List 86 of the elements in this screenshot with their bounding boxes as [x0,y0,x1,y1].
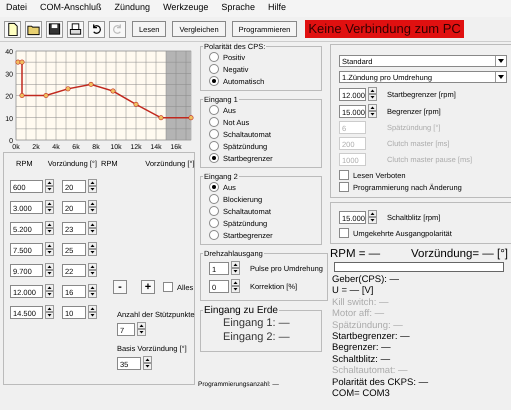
menu-item[interactable]: Zündung [114,2,150,15]
status-line: Geber(CPS): — [332,274,400,286]
curve-point[interactable] [158,115,164,120]
spin-arrows-icon[interactable] [88,179,97,193]
remove-button[interactable]: - [113,280,127,294]
add-button[interactable]: + [141,280,155,294]
status-line: Spätzündung: — [332,320,404,332]
radio-button[interactable] [209,105,219,115]
checkbox[interactable] [339,170,349,180]
checkbox[interactable] [339,228,349,238]
group-title: Eingang zu Erde [203,305,279,316]
toolbar-button[interactable] [67,20,84,38]
menu-item[interactable]: Werkzeuge [163,2,208,15]
open-folder-icon [27,26,40,36]
radio-button[interactable] [209,182,219,192]
curve-point[interactable] [134,102,138,107]
spin-arrows-icon[interactable] [137,322,146,336]
radio-button[interactable] [209,141,219,151]
status-line: Motor aff: — [332,308,386,320]
toolbar-button[interactable] [46,20,63,38]
input-status: Eingang 1: — [223,316,291,330]
toolbar-button[interactable] [25,20,42,38]
radio-button[interactable] [209,194,219,204]
spin-arrows-icon[interactable] [88,200,97,214]
toolbar-button[interactable] [4,20,21,38]
status-line: COM= COM3 [332,388,391,400]
toolbar-button[interactable] [88,20,105,38]
print-icon [70,23,82,35]
radio-button[interactable] [209,52,219,62]
spin-arrows-icon[interactable] [45,284,54,298]
menu-item[interactable]: COM-Anschluß [40,2,102,15]
status-line: Kill switch: — [332,296,390,308]
curve-point[interactable] [88,82,94,87]
curve-point[interactable] [110,88,116,94]
spin-arrows-icon[interactable] [45,179,54,193]
new-file-icon [8,22,18,36]
status-line: Begrenzer: — [332,342,392,354]
radio-button[interactable] [209,230,219,240]
status-line: Startbegrenzer: — [332,331,411,342]
spin-arrows-icon[interactable] [88,221,97,235]
spin-arrows-icon[interactable] [45,221,54,235]
spin-arrows-icon[interactable] [231,279,240,293]
status-line: Schaltblitz: — [332,354,392,366]
radio-button[interactable] [209,76,219,86]
curve-point[interactable] [44,93,48,98]
spin-arrows-icon[interactable] [88,242,97,256]
radio-button[interactable] [209,129,219,139]
checkbox[interactable] [339,182,349,192]
spin-arrows-icon[interactable] [45,200,54,214]
spin-arrows-icon[interactable] [88,305,97,319]
radio-button[interactable] [209,206,219,216]
spin-arrows-icon[interactable] [45,305,54,319]
curve-point[interactable] [66,86,70,92]
menu-item[interactable]: Datei [6,2,28,15]
status-line: Polarität des CKPS: — [332,376,430,388]
radio-button[interactable] [209,218,219,228]
rpm-readout: RPM = — [330,248,380,260]
save-icon [48,23,60,35]
advance-readout: Vorzündung= — [°] [411,248,508,260]
menu-item[interactable]: Hilfe [268,2,286,15]
spin-arrows-icon[interactable] [368,87,377,101]
input-status: Eingang 2: — [223,330,291,344]
dropdown-arrow-icon [498,75,504,79]
curve-point[interactable] [16,60,20,65]
undo-icon [93,24,101,34]
menu-item[interactable]: Sprache [221,2,255,15]
spin-arrows-icon[interactable] [368,210,377,224]
status-line: Schaltautomat: — [332,365,409,377]
spin-arrows-icon[interactable] [45,242,54,256]
spin-arrows-icon[interactable] [88,263,97,277]
dropdown-arrow-icon [498,59,504,63]
curve-point[interactable] [20,93,24,98]
status-line: U = — [V] [332,285,374,297]
radio-button[interactable] [209,117,219,127]
spin-arrows-icon[interactable] [45,263,54,277]
spin-arrows-icon[interactable] [231,261,240,275]
connection-status: Keine Verbindung zum PC [305,20,464,38]
radio-button[interactable] [209,153,219,163]
spin-arrows-icon[interactable] [368,104,377,118]
spin-arrows-icon[interactable] [143,356,152,370]
checkbox[interactable] [163,282,173,292]
radio-button[interactable] [209,64,219,74]
curve-point[interactable] [188,115,194,120]
redo-icon [113,24,121,34]
spin-arrows-icon[interactable] [88,284,97,298]
curve-point[interactable] [20,60,24,65]
